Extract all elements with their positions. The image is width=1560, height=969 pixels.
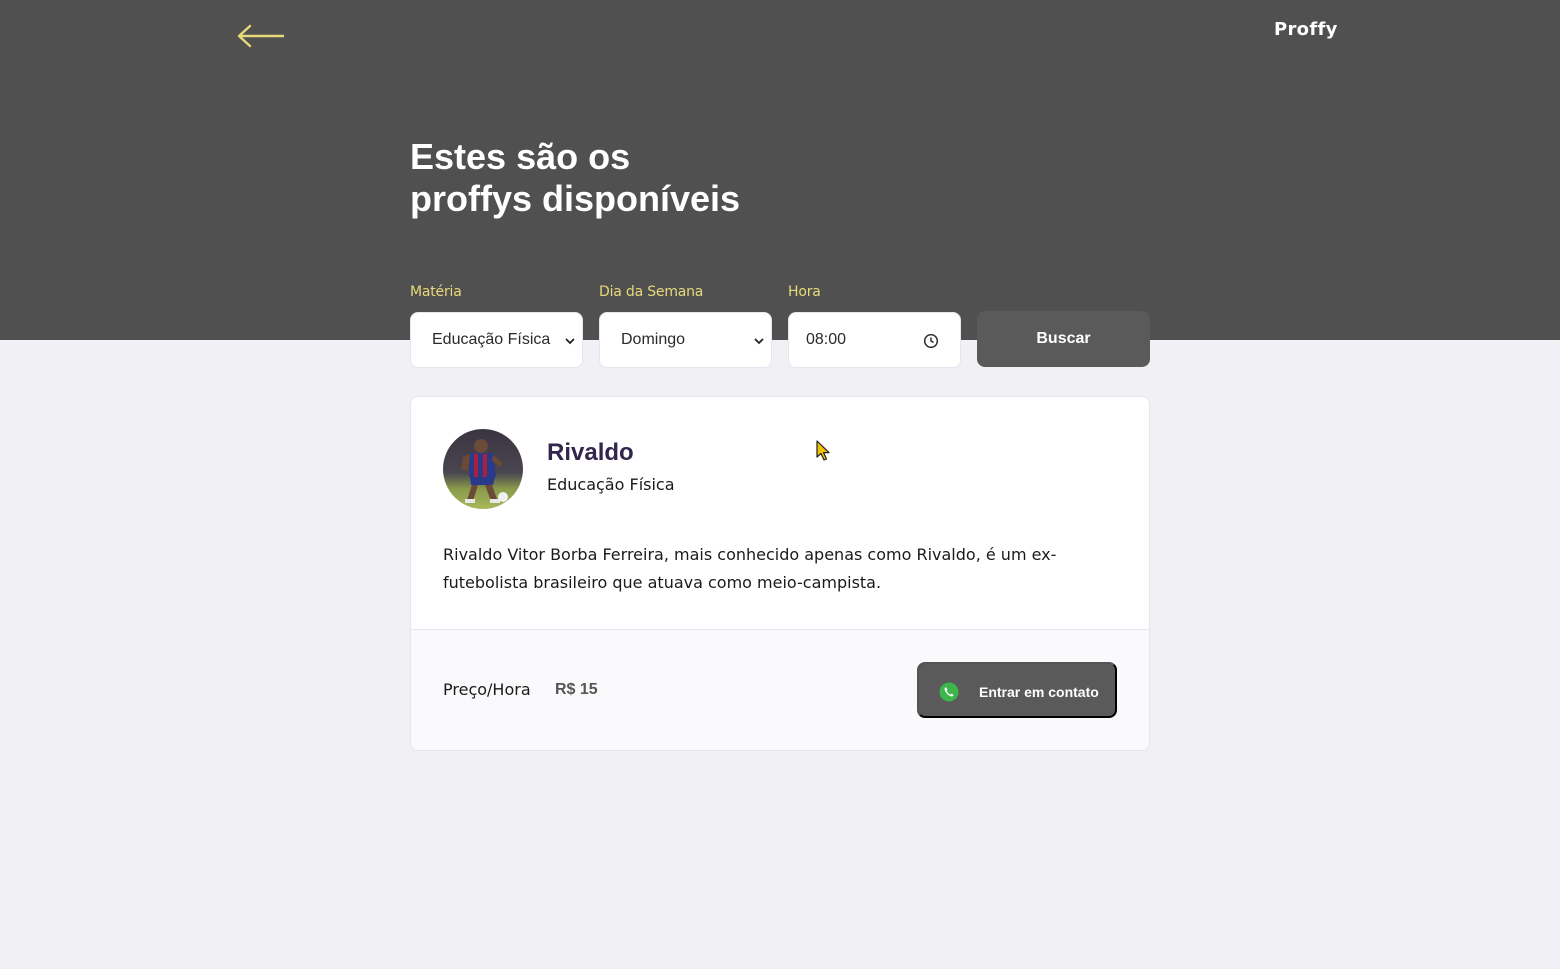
card-footer: Preço/Hora R$ 15 Entrar em contato — [411, 629, 1149, 750]
back-arrow-icon[interactable] — [236, 22, 286, 50]
contact-button[interactable]: Entrar em contato — [917, 662, 1117, 718]
weekday-label: Dia da Semana — [599, 284, 704, 300]
whatsapp-icon — [939, 682, 959, 702]
teacher-bio: Rivaldo Vitor Borba Ferreira, mais conhe… — [443, 545, 1057, 592]
page-header: Proffy Estes são os proffys disponíveis — [0, 0, 1560, 340]
time-label: Hora — [788, 284, 821, 300]
subject-select-value: Educação Física — [432, 331, 551, 348]
weekday-select[interactable]: Domingo — [599, 312, 772, 368]
weekday-select-value: Domingo — [621, 331, 686, 348]
proffy-logo: Proffy — [1274, 19, 1338, 40]
teacher-name: Rivaldo — [547, 439, 634, 466]
time-input-value: 08:00 — [806, 331, 847, 348]
teacher-card: Rivaldo Educação Física Rivaldo Vitor Bo… — [410, 396, 1150, 751]
clock-icon[interactable] — [923, 333, 939, 349]
subject-label: Matéria — [410, 284, 462, 300]
contact-button-label: Entrar em contato — [979, 684, 1099, 700]
chevron-down-icon — [565, 338, 575, 345]
search-button[interactable]: Buscar — [977, 311, 1150, 367]
price-value: R$ 15 — [555, 681, 598, 698]
page-title-line-2: proffys disponíveis — [410, 178, 741, 219]
teacher-subject: Educação Física — [547, 475, 675, 494]
page-title: Estes são os proffys disponíveis — [410, 136, 830, 220]
page-title-line-1: Estes são os — [410, 136, 631, 177]
chevron-down-icon — [754, 338, 764, 345]
teacher-avatar — [443, 429, 523, 509]
subject-select[interactable]: Educação Física — [410, 312, 583, 368]
time-input[interactable]: 08:00 — [788, 312, 961, 368]
price-label: Preço/Hora — [443, 680, 531, 699]
mouse-pointer-icon — [816, 440, 830, 461]
